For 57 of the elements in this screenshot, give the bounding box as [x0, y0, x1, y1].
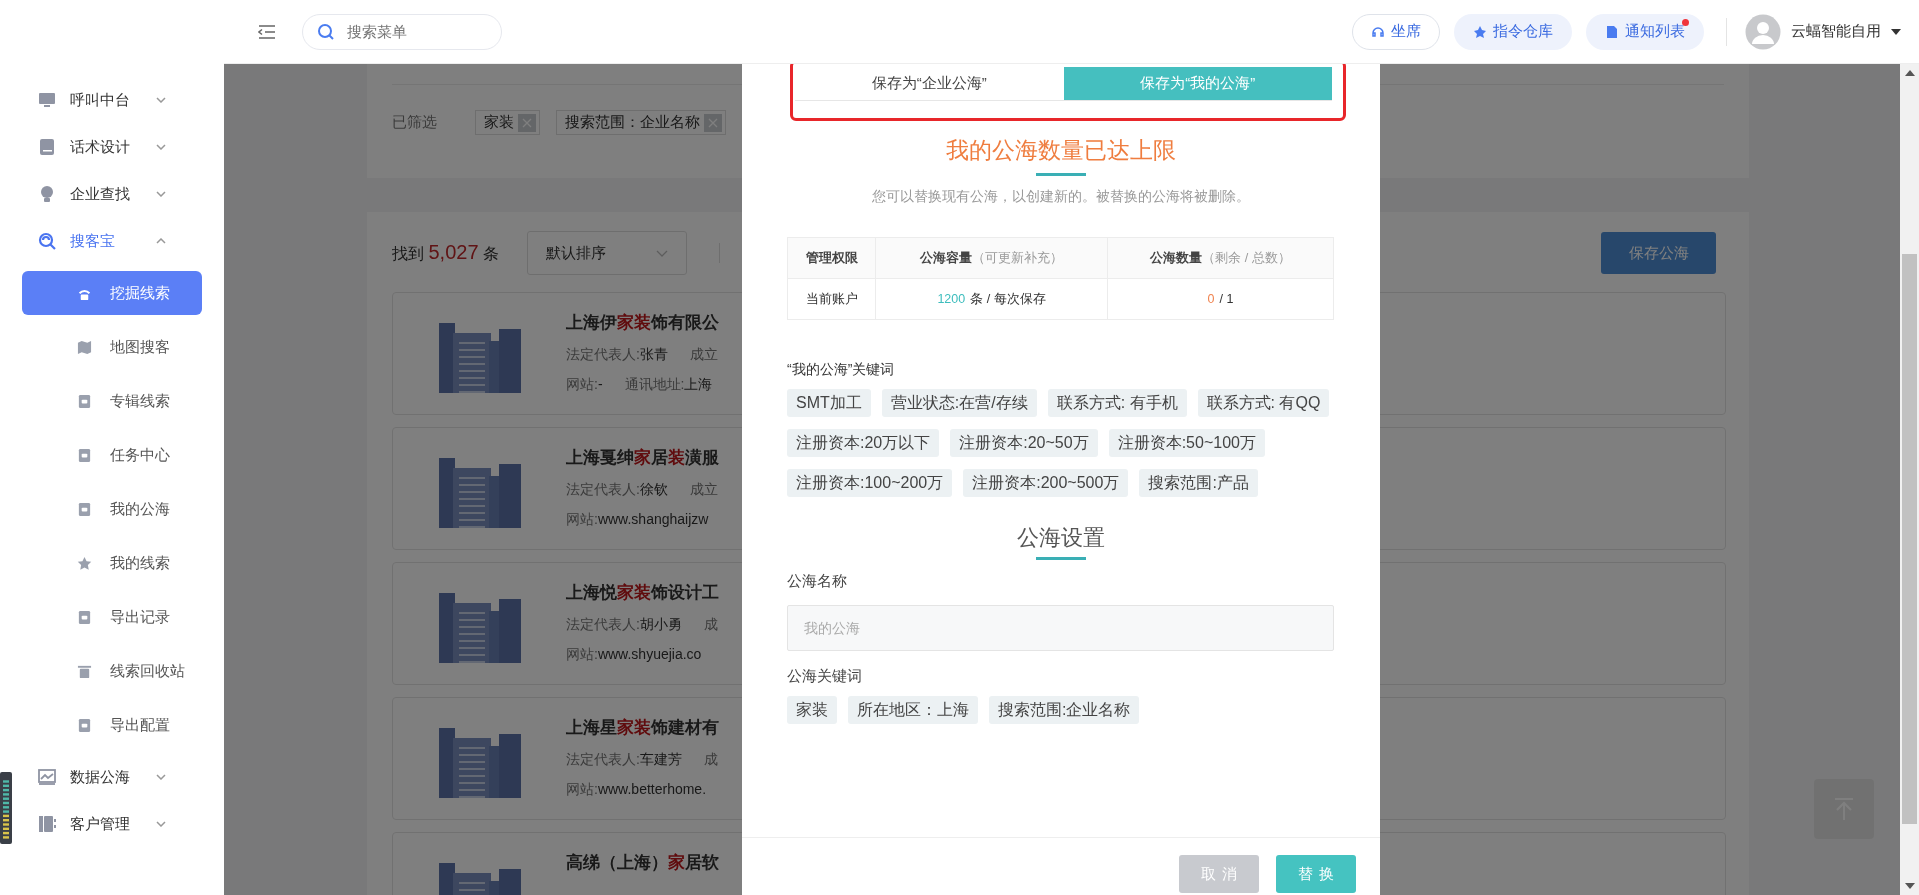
keyword-tag: 搜索范围:企业名称 — [989, 696, 1140, 724]
keyword-tag: 所在地区：上海 — [848, 696, 978, 724]
company-field: 网站:- — [566, 376, 603, 394]
keyword-tag: 注册资本:100~200万 — [787, 469, 953, 497]
field-label: 公海关键词 — [787, 667, 863, 686]
sidebar-label: 数据公海 — [70, 767, 131, 787]
table-header: 公海容量（可更新补充） — [875, 237, 1108, 279]
sidebar-label: 客户管理 — [70, 814, 131, 834]
keyword-tag: 联系方式: 有手机 — [1047, 389, 1187, 417]
sidebar-label: 地图搜客 — [110, 337, 170, 357]
table-header: 管理权限 — [787, 237, 876, 279]
company-field: 成 — [703, 616, 718, 634]
sidebar-label: 呼叫中台 — [70, 90, 131, 110]
keywords-label: “我的公海”关键词 — [787, 361, 896, 379]
sidebar-label: 我的公海 — [110, 499, 170, 519]
sidebar-label: 挖掘线索 — [110, 283, 170, 303]
company-field: 网站:www.shyuejia.co — [566, 646, 702, 664]
sidebar-label: 任务中心 — [110, 445, 170, 465]
tag-text: 搜索范围：企业名称 — [565, 113, 700, 132]
keyword-tag: 注册资本:20~50万 — [950, 429, 1098, 457]
keyword-tag: 注册资本:50~100万 — [1108, 429, 1265, 457]
keyword-tag: SMT加工 — [787, 389, 871, 417]
table-header: 公海数量（剩余 / 总数） — [1107, 237, 1334, 279]
field-label: 公海名称 — [787, 572, 848, 591]
table-cell: 1200 条 / 每次保存 — [875, 278, 1108, 320]
dialog-subtitle: 您可以替换现有公海，以创建新的。被替换的公海将被删除。 — [870, 188, 1251, 206]
sidebar-label: 专辑线索 — [110, 391, 170, 411]
company-field: 法定代表人:车建芳 — [566, 751, 682, 769]
keyword-tag: 联系方式: 有QQ — [1197, 389, 1330, 417]
tag-text: 家装 — [484, 113, 514, 132]
sidebar-label: 搜客宝 — [70, 231, 116, 251]
company-field: 法定代表人:胡小勇 — [566, 616, 682, 634]
company-field: 成立 — [689, 481, 718, 499]
filter-label: 已筛选 — [392, 113, 437, 132]
company-field: 法定代表人:张青 — [566, 346, 668, 364]
section-title: 公海设置 — [1015, 524, 1106, 552]
sidebar-label: 我的线索 — [110, 553, 170, 573]
dialog-title: 我的公海数量已达上限 — [944, 136, 1177, 165]
sidebar-label: 企业查找 — [70, 184, 131, 204]
sidebar-label: 导出记录 — [110, 607, 170, 627]
keyword-tag: 注册资本:200~500万 — [963, 469, 1129, 497]
keyword-tag: 注册资本:20万以下 — [787, 429, 940, 457]
company-field: 成 — [703, 751, 718, 769]
keyword-tag: 家装 — [787, 696, 837, 724]
sidebar-label: 导出配置 — [110, 715, 170, 735]
company-field: 网站:www.betterhome. — [566, 781, 707, 799]
sidebar-label: 话术设计 — [70, 137, 131, 157]
result-count: 找到 5,027 条 — [392, 241, 499, 265]
table-cell: 0 / 1 — [1107, 278, 1334, 320]
company-field: 法定代表人:徐钦 — [566, 481, 668, 499]
keyword-tag: 营业状态:在营/存续 — [881, 389, 1037, 417]
company-field: 通讯地址:上海 — [624, 376, 713, 394]
keyword-tag: 搜索范围:产品 — [1139, 469, 1258, 497]
sidebar-label: 线索回收站 — [110, 661, 185, 681]
company-field: 成立 — [689, 346, 718, 364]
table-cell: 当前账户 — [787, 278, 876, 320]
company-field: 网站:www.shanghaijzw — [566, 511, 709, 529]
